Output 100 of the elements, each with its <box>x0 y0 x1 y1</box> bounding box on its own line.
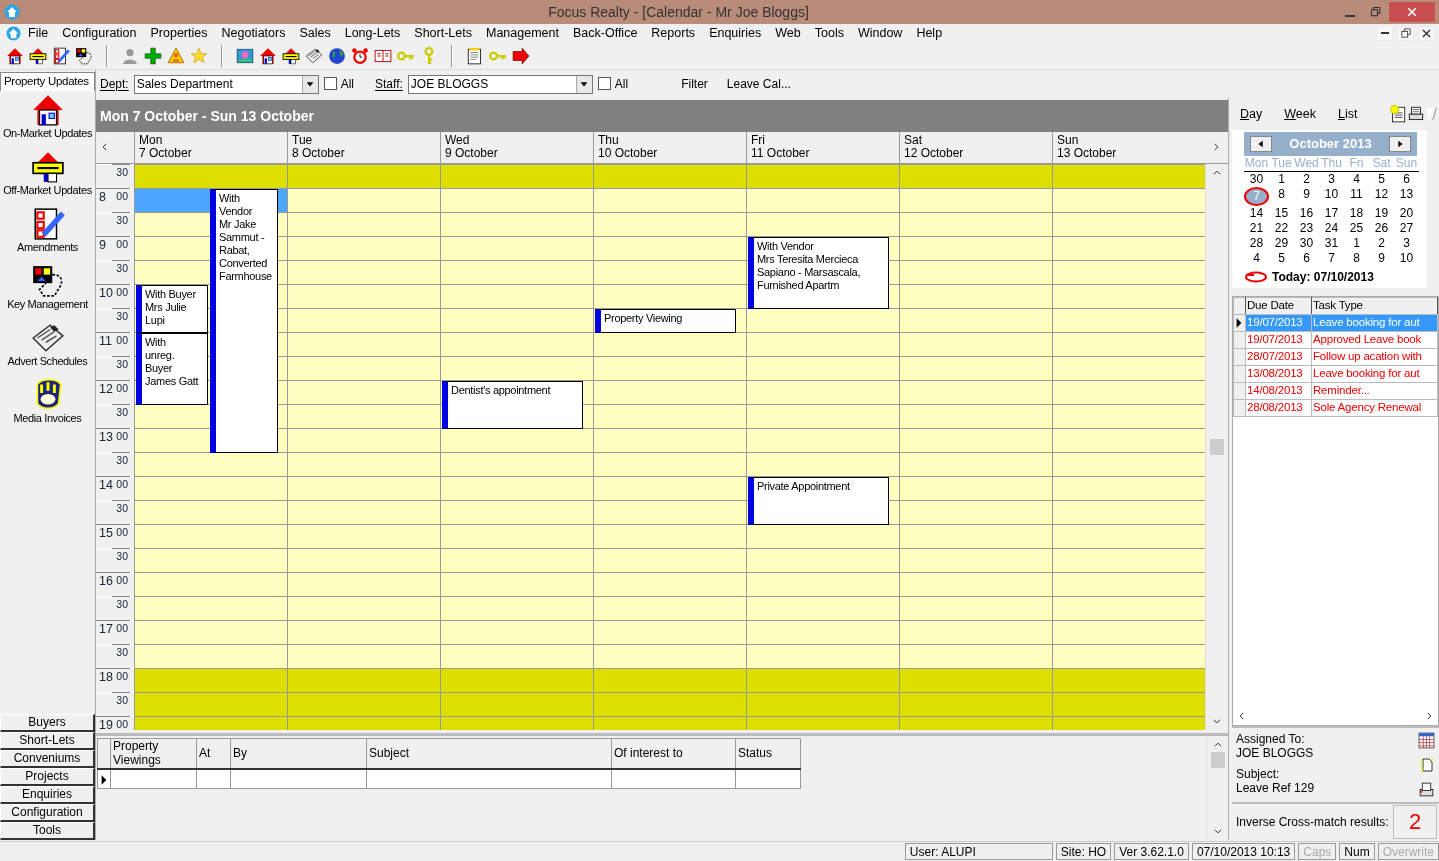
mdi-minimize-button[interactable] <box>1376 25 1393 41</box>
calendar-day[interactable]: 10 <box>1319 187 1344 206</box>
menu-item[interactable]: Negotiators <box>214 25 293 41</box>
calendar-day[interactable]: 4 <box>1244 251 1269 266</box>
day-header[interactable]: Sat 12 October <box>899 131 1052 163</box>
sidebar-tab[interactable]: Conveniums <box>0 750 95 768</box>
menu-item[interactable]: Web <box>768 25 808 41</box>
calendar-day[interactable]: 1 <box>1344 236 1369 251</box>
day-header[interactable]: Sun 13 October <box>1052 131 1205 163</box>
column-header[interactable]: Property Viewings <box>110 738 197 769</box>
calendar-day[interactable]: 3 <box>1319 172 1344 187</box>
sidebar-item[interactable]: Advert Schedules <box>7 354 88 368</box>
calendar-day[interactable]: 27 <box>1394 221 1419 236</box>
dropdown-field[interactable]: JOE BLOGGS <box>407 74 593 94</box>
menu-item[interactable]: Short-Lets <box>407 25 479 41</box>
calendar-day[interactable]: 5 <box>1269 251 1294 266</box>
sidebar-tab[interactable]: Property Updates <box>0 72 95 91</box>
calendar-day[interactable]: 13 <box>1394 187 1419 206</box>
calendar-day[interactable]: 9 <box>1294 187 1319 206</box>
column-header[interactable]: At <box>196 738 231 769</box>
menu-item[interactable]: Configuration <box>55 25 144 41</box>
notepad-icon[interactable] <box>1389 105 1407 123</box>
calendar-day[interactable]: 21 <box>1244 221 1269 236</box>
menu-item[interactable]: Sales <box>292 25 338 41</box>
sidebar-item[interactable]: Media Invoices <box>13 411 82 425</box>
calendar-day[interactable]: 18 <box>1344 206 1369 221</box>
day-header[interactable]: Mon 7 October <box>134 131 287 163</box>
scroll-left-icon[interactable] <box>1237 711 1247 721</box>
scroll-down-icon[interactable] <box>1212 826 1223 836</box>
mdi-restore-button[interactable] <box>1397 25 1414 41</box>
menu-item[interactable]: Properties <box>143 25 215 41</box>
day-header[interactable]: Thu 10 October <box>593 131 746 163</box>
calendar-day[interactable]: 12 <box>1369 187 1394 206</box>
day-header[interactable]: Tue 8 October <box>287 131 440 163</box>
calendar-day[interactable]: 1 <box>1269 172 1294 187</box>
calendar-day[interactable]: 2 <box>1369 236 1394 251</box>
calendar-day[interactable]: 3 <box>1394 236 1419 251</box>
checkbox[interactable] <box>597 77 611 91</box>
calendar-day[interactable]: 26 <box>1369 221 1394 236</box>
sidebar-tab[interactable]: Buyers <box>0 714 95 732</box>
column-header[interactable]: Due Date <box>1245 297 1312 315</box>
sidebar-tab[interactable]: Projects <box>0 768 95 786</box>
menu-item[interactable]: File <box>21 25 56 41</box>
column-header[interactable]: Subject <box>366 738 612 769</box>
column-header[interactable]: Of interest to <box>611 738 736 769</box>
scroll-right-icon[interactable] <box>1211 142 1221 153</box>
sidebar-item[interactable]: Key Management <box>7 297 88 311</box>
calendar-day[interactable]: 9 <box>1369 251 1394 266</box>
house-icon[interactable] <box>259 46 277 65</box>
calendar-day[interactable]: 25 <box>1344 221 1369 236</box>
next-month-button[interactable] <box>1389 136 1411 152</box>
calendar-day[interactable]: 17 <box>1319 206 1344 221</box>
menu-item[interactable]: Window <box>850 25 910 41</box>
match-count-button[interactable]: 2 <box>1393 805 1437 839</box>
calendar-day[interactable]: 16 <box>1294 206 1319 221</box>
calendar-icon[interactable] <box>1418 732 1435 749</box>
sidebar-tab[interactable]: Tools <box>0 822 95 840</box>
globe-icon[interactable] <box>328 46 346 65</box>
view-link[interactable]: Week <box>1284 106 1316 122</box>
today-label[interactable]: Today: 07/10/2013 <box>1272 270 1374 285</box>
scroll-left-icon[interactable] <box>100 142 110 153</box>
picture-icon[interactable] <box>236 46 254 65</box>
calendar-day[interactable]: 10 <box>1394 251 1419 266</box>
card-icon[interactable] <box>30 263 65 298</box>
notepad-icon[interactable] <box>466 46 484 65</box>
warning-icon[interactable] <box>167 46 185 65</box>
menu-item[interactable]: Enquiries <box>702 25 769 41</box>
calendar-day[interactable]: 14 <box>1244 206 1269 221</box>
calendar-event[interactable]: With Vendor Mrs Teresita Mercieca Sapiano - Marsascala, Furnished Apartm <box>748 236 889 309</box>
view-link[interactable]: List <box>1337 106 1358 122</box>
sidebar-tab[interactable]: Configuration <box>0 804 95 822</box>
calendar-day[interactable]: 31 <box>1319 236 1344 251</box>
sold-sign-icon[interactable] <box>282 46 300 65</box>
calendar-day[interactable]: 5 <box>1369 172 1394 187</box>
checklist-icon[interactable] <box>52 46 70 65</box>
menu-item[interactable]: Back-Office <box>565 25 645 41</box>
calendar-day[interactable]: 22 <box>1269 221 1294 236</box>
calendar-day[interactable]: 8 <box>1344 251 1369 266</box>
previous-month-button[interactable] <box>1250 136 1272 152</box>
sidebar-item[interactable]: Amendments <box>17 240 78 254</box>
house-icon[interactable] <box>6 46 24 65</box>
calendar-day[interactable]: 30 <box>1244 172 1269 187</box>
toolbar-button[interactable]: Filter <box>681 76 708 92</box>
scroll-down-icon[interactable] <box>1211 716 1222 726</box>
card-icon[interactable] <box>75 46 93 65</box>
calendar-event[interactable]: With Buyer Mrs Julie Lupi <box>136 284 208 333</box>
calendar-day[interactable]: 4 <box>1344 172 1369 187</box>
printer-icon[interactable] <box>1407 105 1425 123</box>
menu-item[interactable]: Management <box>479 25 566 41</box>
star-icon[interactable] <box>190 46 208 65</box>
calendar-day[interactable]: 24 <box>1319 221 1344 236</box>
sidebar-tab[interactable]: Short-Lets <box>0 732 95 750</box>
document-icon[interactable] <box>1419 757 1435 773</box>
menu-item[interactable]: Help <box>909 25 950 41</box>
calendar-day[interactable]: 30 <box>1294 236 1319 251</box>
sidebar-item[interactable]: On-Market Updates <box>2 126 93 140</box>
calendar-event[interactable]: With unreg. Buyer James Gatt <box>136 332 208 405</box>
sidebar-tab[interactable]: Enquiries <box>0 786 95 804</box>
calendar-day[interactable]: 11 <box>1344 187 1369 206</box>
view-link[interactable]: Day <box>1240 106 1263 122</box>
